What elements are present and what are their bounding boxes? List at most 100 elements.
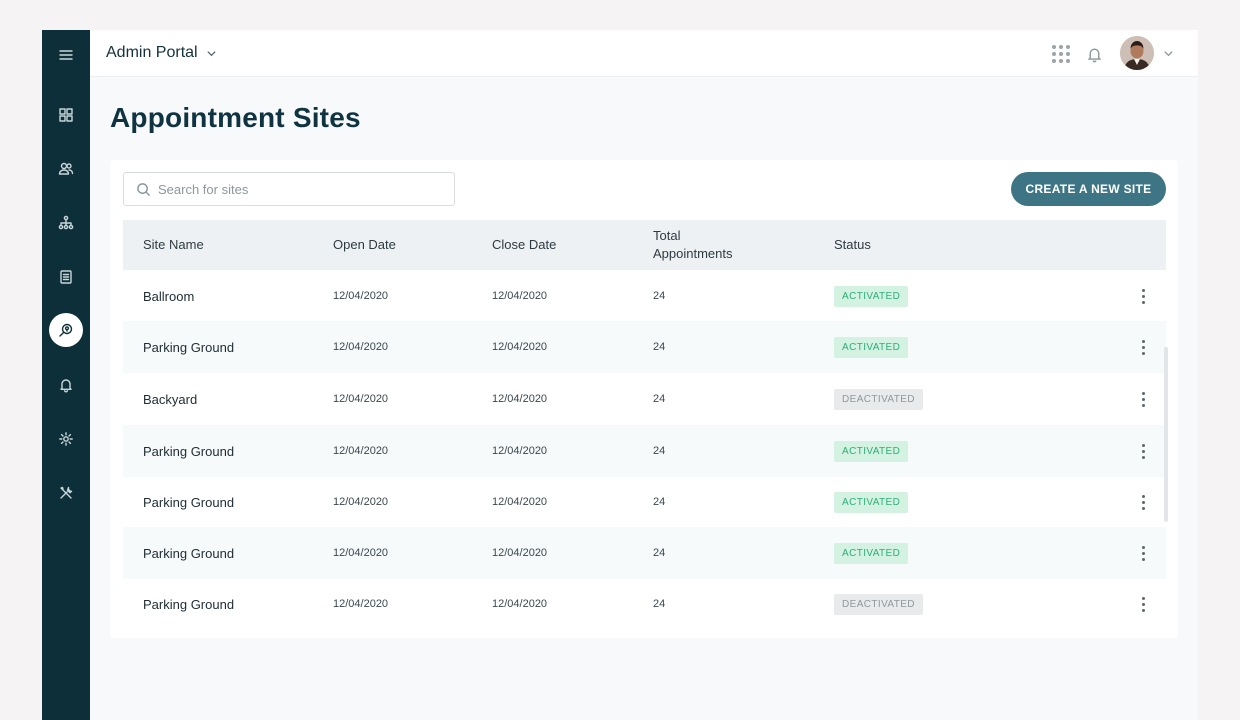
portal-switcher[interactable]: Admin Portal <box>106 44 217 62</box>
table-row[interactable]: Parking Ground 12/04/2020 12/04/2020 24 ACTI… <box>123 425 1166 477</box>
table-row[interactable]: Parking Ground 12/04/2020 12/04/2020 24 ACTI… <box>123 527 1166 579</box>
sidebar-item-settings[interactable] <box>42 422 90 456</box>
user-photo-icon <box>1120 36 1154 70</box>
status-badge: ACTIVATED <box>834 491 909 513</box>
tools-icon <box>60 486 73 499</box>
top-bar: Admin Portal <box>90 30 1198 77</box>
table-scrollbar[interactable] <box>1164 347 1168 522</box>
sites-card: CREATE A NEW SITE Site Name Open Date Cl… <box>110 160 1178 638</box>
open-date-cell: 12/04/2020 <box>333 341 389 353</box>
status-cell: ACTIVATED <box>834 527 909 579</box>
more-vertical-icon-dot <box>1141 449 1145 453</box>
open-date-cell: 12/04/2020 <box>333 445 389 457</box>
more-vertical-icon-dot <box>1141 551 1145 555</box>
search-input[interactable] <box>158 181 438 197</box>
more-vertical-icon <box>1141 288 1145 292</box>
active-indicator <box>49 313 83 347</box>
close-date-cell: 12/04/2020 <box>492 496 548 508</box>
column-header-site-name[interactable]: Site Name <box>143 236 204 254</box>
open-date-cell: 12/04/2020 <box>333 496 389 508</box>
column-header-total-line2: Appointments <box>653 246 733 261</box>
site-name-cell: Parking Ground <box>143 545 235 561</box>
site-name-cell: Ballroom <box>143 288 195 304</box>
column-header-close-date[interactable]: Close Date <box>492 236 556 254</box>
more-vertical-icon <box>1141 545 1145 549</box>
row-actions-button[interactable] <box>1133 527 1153 579</box>
account-menu-toggle[interactable] <box>1163 46 1177 60</box>
sidebar-item-organization[interactable] <box>42 206 90 240</box>
more-vertical-icon <box>1141 494 1145 498</box>
row-actions-button[interactable] <box>1133 373 1153 425</box>
notifications-button[interactable] <box>1084 44 1104 64</box>
search-box <box>123 172 455 206</box>
close-date-cell: 12/04/2020 <box>492 341 548 353</box>
row-actions-button[interactable] <box>1133 425 1153 477</box>
table-row[interactable]: Backyard 12/04/2020 12/04/2020 24 DEACTIVATE… <box>123 373 1166 425</box>
column-header-open-date[interactable]: Open Date <box>333 236 396 254</box>
sidebar-item-dashboard[interactable] <box>42 98 90 132</box>
portal-title: Admin Portal <box>106 44 198 61</box>
more-vertical-icon-dot <box>1141 397 1145 401</box>
table-row[interactable]: Ballroom 12/04/2020 12/04/2020 24 ACTIVATED <box>123 270 1166 322</box>
site-name-cell: Parking Ground <box>143 339 235 355</box>
column-header-status[interactable]: Status <box>834 236 871 254</box>
column-header-total-line1: Total <box>653 228 681 243</box>
bell-icon <box>60 379 72 393</box>
menu-button[interactable] <box>42 38 90 72</box>
site-name-cell: Parking Ground <box>143 494 235 510</box>
more-vertical-icon <box>1141 443 1145 447</box>
total-appointments-cell: 24 <box>653 496 666 508</box>
row-actions-button[interactable] <box>1133 476 1153 528</box>
status-cell: ACTIVATED <box>834 321 909 373</box>
more-vertical-icon-dot <box>1141 294 1145 298</box>
total-appointments-cell: 24 <box>653 598 666 610</box>
close-date-cell: 12/04/2020 <box>492 598 548 610</box>
status-badge: DEACTIVATED <box>834 593 923 615</box>
status-cell: ACTIVATED <box>834 425 909 477</box>
page-title: Appointment Sites <box>110 102 361 133</box>
org-chart-icon <box>58 215 74 230</box>
more-vertical-icon-dot <box>1141 557 1145 561</box>
status-cell: DEACTIVATED <box>834 578 923 630</box>
total-appointments-cell: 24 <box>653 341 666 353</box>
row-actions-button[interactable] <box>1133 270 1153 322</box>
settings-icon <box>59 432 73 446</box>
more-vertical-icon-dot <box>1141 300 1145 304</box>
status-cell: DEACTIVATED <box>834 373 923 425</box>
status-cell: ACTIVATED <box>834 270 909 322</box>
avatar[interactable] <box>1120 36 1154 70</box>
more-vertical-icon-dot <box>1141 345 1145 349</box>
status-badge: DEACTIVATED <box>834 388 923 410</box>
status-badge: ACTIVATED <box>834 336 909 358</box>
more-vertical-icon <box>1141 339 1145 343</box>
document-icon <box>60 270 72 284</box>
column-header-total-appointments[interactable]: Total Appointments <box>653 227 733 263</box>
table-header: Site Name Open Date Close Date Total App… <box>123 220 1166 270</box>
sidebar-item-appointment-sites[interactable] <box>42 313 90 347</box>
sidebar-item-documents[interactable] <box>42 260 90 294</box>
status-badge: ACTIVATED <box>834 440 909 462</box>
sidebar-item-notifications[interactable] <box>42 368 90 402</box>
total-appointments-cell: 24 <box>653 393 666 405</box>
more-vertical-icon-dot <box>1141 403 1145 407</box>
row-actions-button[interactable] <box>1133 578 1153 630</box>
total-appointments-cell: 24 <box>653 547 666 559</box>
more-vertical-icon-dot <box>1141 455 1145 459</box>
total-appointments-cell: 24 <box>653 290 666 302</box>
create-site-button[interactable]: CREATE A NEW SITE <box>1011 172 1166 206</box>
sidebar-item-users[interactable] <box>42 152 90 186</box>
more-vertical-icon-dot <box>1141 608 1145 612</box>
more-vertical-icon-dot <box>1141 500 1145 504</box>
table-row[interactable]: Parking Ground 12/04/2020 12/04/2020 24 ACTI… <box>123 321 1166 373</box>
table-row[interactable]: Parking Ground 12/04/2020 12/04/2020 24 ACTI… <box>123 476 1166 528</box>
sidebar-item-tools[interactable] <box>42 476 90 510</box>
more-vertical-icon-dot <box>1141 351 1145 355</box>
close-date-cell: 12/04/2020 <box>492 393 548 405</box>
total-appointments-cell: 24 <box>653 445 666 457</box>
table-row[interactable]: Parking Ground 12/04/2020 12/04/2020 24 DEAC… <box>123 578 1166 630</box>
sidebar <box>42 30 90 720</box>
apps-launcher-button[interactable] <box>1051 44 1071 64</box>
open-date-cell: 12/04/2020 <box>333 393 389 405</box>
row-actions-button[interactable] <box>1133 321 1153 373</box>
search-icon <box>137 182 151 196</box>
